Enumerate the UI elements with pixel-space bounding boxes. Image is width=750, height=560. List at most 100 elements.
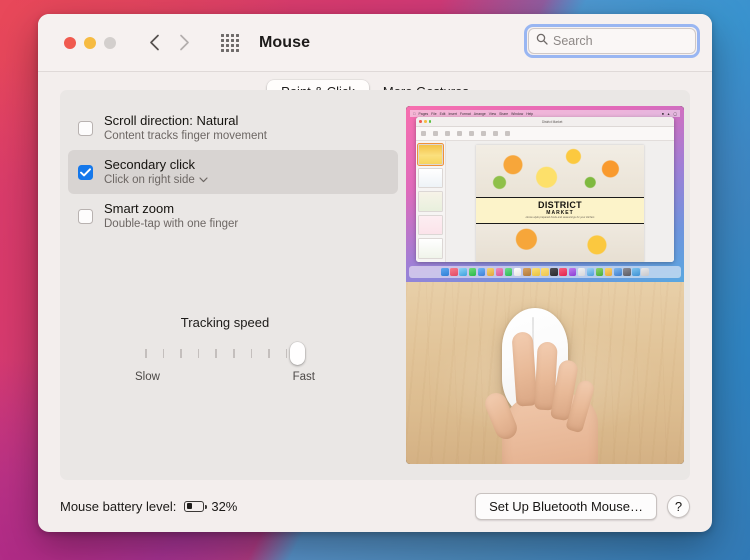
captured-dock xyxy=(409,266,681,278)
back-chevron-icon[interactable] xyxy=(143,32,165,54)
toolbar-icon xyxy=(445,131,450,136)
zoom-button[interactable] xyxy=(104,37,116,49)
page-thumbnail xyxy=(418,238,443,259)
dock-icon-tv xyxy=(550,268,558,276)
page-thumbnail xyxy=(418,144,443,165)
captured-poster-document: DISTRICT MARKET Home-style prepared food… xyxy=(476,145,645,262)
tracking-speed-control: Tracking speed Slow Fast xyxy=(100,315,350,383)
show-all-grid-icon[interactable] xyxy=(221,34,239,52)
option-row-scroll-direction[interactable]: Scroll direction: Natural Content tracks… xyxy=(68,106,398,150)
dock-icon-downloads xyxy=(632,268,640,276)
poster-citrus-photo xyxy=(476,145,645,197)
secondary-click-demo-video:  Pages File Edit Insert Format Arrange … xyxy=(406,106,684,464)
search-icon xyxy=(536,32,548,50)
menu-item-window: Window xyxy=(511,112,523,116)
slider-max-label: Fast xyxy=(293,371,315,383)
option-row-secondary-click[interactable]: Secondary click Click on right side xyxy=(68,150,398,194)
set-up-bluetooth-mouse-button[interactable]: Set Up Bluetooth Mouse… xyxy=(475,493,657,520)
checkbox-smart-zoom[interactable] xyxy=(78,209,93,224)
battery-status-icon: ■ xyxy=(662,112,664,116)
dock-icon-settings xyxy=(623,268,631,276)
search-field-wrapper[interactable]: Search xyxy=(528,28,696,54)
dock-icon-messages xyxy=(469,268,477,276)
toolbar-icon xyxy=(505,131,510,136)
captured-zoom-button xyxy=(429,120,432,123)
menu-item-format: Format xyxy=(460,112,471,116)
option-subtitle: Content tracks finger movement xyxy=(104,129,267,143)
captured-document-name: District Market xyxy=(542,120,562,124)
option-title: Smart zoom xyxy=(104,201,238,216)
demo-video-screen-recording:  Pages File Edit Insert Format Arrange … xyxy=(406,106,684,282)
option-title: Secondary click xyxy=(104,157,208,172)
forward-chevron-icon[interactable] xyxy=(173,32,195,54)
menu-bar-status-items: ■ ▲ ◯ xyxy=(662,112,677,116)
dock-icon-safari xyxy=(459,268,467,276)
captured-close-button xyxy=(419,120,422,123)
option-subtitle[interactable]: Click on right side xyxy=(104,173,208,187)
battery-icon xyxy=(184,501,204,512)
menu-item-view: View xyxy=(489,112,496,116)
slider-knob[interactable] xyxy=(290,342,305,365)
poster-lower-photo xyxy=(476,224,645,262)
poster-title-band: DISTRICT MARKET Home-style prepared food… xyxy=(476,197,645,224)
dock-icon-pages xyxy=(605,268,613,276)
dock-icon-numbers xyxy=(587,268,595,276)
captured-canvas: DISTRICT MARKET Home-style prepared food… xyxy=(446,141,674,262)
dock-icon-launchpad xyxy=(450,268,458,276)
option-text: Scroll direction: Natural Content tracks… xyxy=(104,113,267,143)
menu-item-share: Share xyxy=(499,112,508,116)
close-button[interactable] xyxy=(64,37,76,49)
minimize-button[interactable] xyxy=(84,37,96,49)
option-text: Smart zoom Double-tap with one finger xyxy=(104,201,238,231)
page-thumbnail xyxy=(418,215,443,236)
toolbar-icon xyxy=(469,131,474,136)
search-input[interactable]: Search xyxy=(528,28,696,54)
checkbox-scroll-direction[interactable] xyxy=(78,121,93,136)
clock-status: ◯ xyxy=(673,112,677,116)
toolbar-icon xyxy=(433,131,438,136)
toolbar-icon xyxy=(421,131,426,136)
menu-item-pages: Pages xyxy=(419,112,429,116)
dock-icon-contacts xyxy=(523,268,531,276)
window-titlebar: Mouse Search xyxy=(38,14,712,72)
captured-window-titlebar: District Market xyxy=(416,117,674,127)
menu-item-file: File xyxy=(431,112,436,116)
desktop-wallpaper: Mouse Search Point & Click More Gestures xyxy=(0,0,750,560)
poster-title: DISTRICT xyxy=(476,200,645,210)
page-thumbnail xyxy=(418,168,443,189)
poster-tagline: Home-style prepared foods and seasonings… xyxy=(476,216,645,220)
chevron-down-icon[interactable] xyxy=(199,173,208,187)
dock-icon-appstore xyxy=(578,268,586,276)
dock-icon-maps xyxy=(487,268,495,276)
dock-icon-photos xyxy=(496,268,504,276)
index-finger xyxy=(511,331,537,406)
traffic-light-buttons xyxy=(64,37,116,49)
settings-panel: Scroll direction: Natural Content tracks… xyxy=(60,90,690,480)
menu-item-arrange: Arrange xyxy=(474,112,486,116)
menu-apple-icon:  xyxy=(413,112,416,116)
tracking-speed-slider[interactable] xyxy=(145,343,305,365)
battery-fill xyxy=(187,503,193,509)
captured-minimize-button xyxy=(424,120,427,123)
page-title: Mouse xyxy=(259,34,310,52)
option-subtitle: Double-tap with one finger xyxy=(104,217,238,231)
menu-item-help: Help xyxy=(526,112,533,116)
toolbar-icon xyxy=(481,131,486,136)
checkbox-secondary-click[interactable] xyxy=(78,165,93,180)
option-subtitle-text: Double-tap with one finger xyxy=(104,217,238,231)
page-thumbnail xyxy=(418,191,443,212)
tracking-speed-label: Tracking speed xyxy=(100,315,350,330)
toolbar-icon xyxy=(493,131,498,136)
battery-level-label: Mouse battery level: xyxy=(60,499,176,514)
mouse-preferences-window: Mouse Search Point & Click More Gestures xyxy=(38,14,712,532)
dock-icon-calendar xyxy=(514,268,522,276)
navigation-buttons xyxy=(143,32,195,54)
captured-pages-window: District Market xyxy=(416,117,674,262)
option-subtitle-text: Click on right side xyxy=(104,173,195,187)
captured-menu-bar:  Pages File Edit Insert Format Arrange … xyxy=(410,110,680,117)
option-title: Scroll direction: Natural xyxy=(104,113,267,128)
dock-icon-finder xyxy=(441,268,449,276)
dock-icon-music xyxy=(559,268,567,276)
option-row-smart-zoom[interactable]: Smart zoom Double-tap with one finger xyxy=(68,194,398,238)
help-button[interactable]: ? xyxy=(667,495,690,518)
